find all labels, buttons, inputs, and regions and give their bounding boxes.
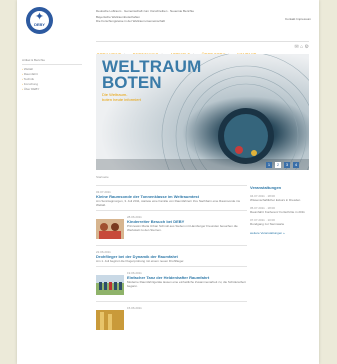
webpage: ✦ DEBY Deutsche Luftraum · Gemeinschaft …	[17, 0, 319, 364]
pager-button-4[interactable]: 4	[293, 162, 299, 168]
event-title[interactable]: Raumfahrt Konferenz Fortschritte in 2011	[250, 210, 309, 214]
divider	[96, 185, 247, 186]
hero-banner[interactable]: WELTRAUM BOTEN Die Weltraum- boten heute…	[96, 54, 309, 170]
divider	[96, 210, 247, 211]
top-right-links[interactable]: Kontakt Impressum	[285, 17, 311, 21]
news-text: Am 1. Juli beginnt die Flugerprobung mit…	[96, 259, 185, 263]
news-thumbnail[interactable]	[96, 275, 124, 295]
news-thumbnail[interactable]	[96, 310, 124, 330]
news-text: Am Sonntagmorgen, 3. Juli 2011, startete…	[96, 199, 241, 207]
news-thumbnail[interactable]	[96, 219, 124, 239]
news-text: Moderne Raumfahrtgeräte lassen eine einh…	[127, 280, 246, 288]
hero-subtitle: Die Weltraum- boten heute informiert	[102, 92, 141, 102]
sidebar-title: Artikel & Berichte	[22, 58, 82, 65]
logo-text: DEBY	[34, 22, 45, 27]
divider	[96, 245, 247, 246]
hero-subtitle-line-2: boten heute informiert	[102, 97, 141, 102]
header-line-3: Die Forschungsreise in der Weltraum-Geme…	[96, 19, 165, 23]
hero-pager: 1 2 3 4	[266, 162, 299, 168]
event-title[interactable]: Rundgang zur Sternwarte	[250, 222, 309, 226]
hero-pager-bar: 1 2 3 4	[96, 159, 309, 170]
news-item: 19.06.2011 Einfacher Tanz der Heldenhaft…	[96, 271, 247, 299]
news-item: 03.07.2011 Kleine Raumsonde der Tonnenkl…	[96, 190, 247, 207]
header-line-1: Deutsche Luftraum · Gemeinschaft zum Vor…	[96, 9, 195, 13]
logo-emblem: ✦ DEBY	[30, 11, 49, 30]
news-list: 03.07.2011 Kleine Raumsonde der Tonnenkl…	[96, 185, 247, 330]
events-title: Veranstaltungen	[250, 185, 282, 190]
news-item: 15.06.2011	[96, 306, 247, 330]
event-title[interactable]: Wissenschaftlicher Exkurs in Dresden	[250, 198, 309, 202]
pager-button-1[interactable]: 1	[266, 162, 272, 168]
events-column: Veranstaltungen 04.07.2011 · 18:00 Wisse…	[250, 185, 309, 235]
pager-button-3[interactable]: 3	[284, 162, 290, 168]
news-item: 22.06.2011 Drohflieger bei der Dynamik d…	[96, 250, 247, 263]
hero-title-line-2: BOTEN	[102, 73, 162, 92]
breadcrumb[interactable]: Startseite	[96, 175, 109, 179]
site-logo[interactable]: ✦ DEBY	[26, 7, 53, 34]
divider	[96, 266, 247, 267]
more-events-link[interactable]: weitere Veranstaltungen »	[250, 231, 309, 235]
divider	[96, 301, 247, 302]
sidebar-item-ueber[interactable]: Über DEBY	[22, 87, 82, 92]
divider	[96, 41, 309, 42]
main-navigation: DEBY NEWS| FORSCHUNG| ARTIKELS| ÜBER DEB…	[97, 43, 309, 57]
sidebar: Artikel & Berichte Weltall Raumfahrt Tec…	[22, 58, 82, 92]
nav-utility-icons[interactable]: ✉ ⌂ ⚙	[295, 44, 309, 50]
news-item: 28.06.2011 Kinderreiter Besuch bei DEBY …	[96, 215, 247, 243]
news-text: Prinzessin Maria Urban Schnoll aus Siebe…	[127, 224, 238, 232]
news-date: 15.06.2011	[127, 306, 142, 310]
screenshot: ✦ DEBY Deutsche Luftraum · Gemeinschaft …	[0, 0, 337, 364]
pager-button-2[interactable]: 2	[275, 162, 281, 168]
